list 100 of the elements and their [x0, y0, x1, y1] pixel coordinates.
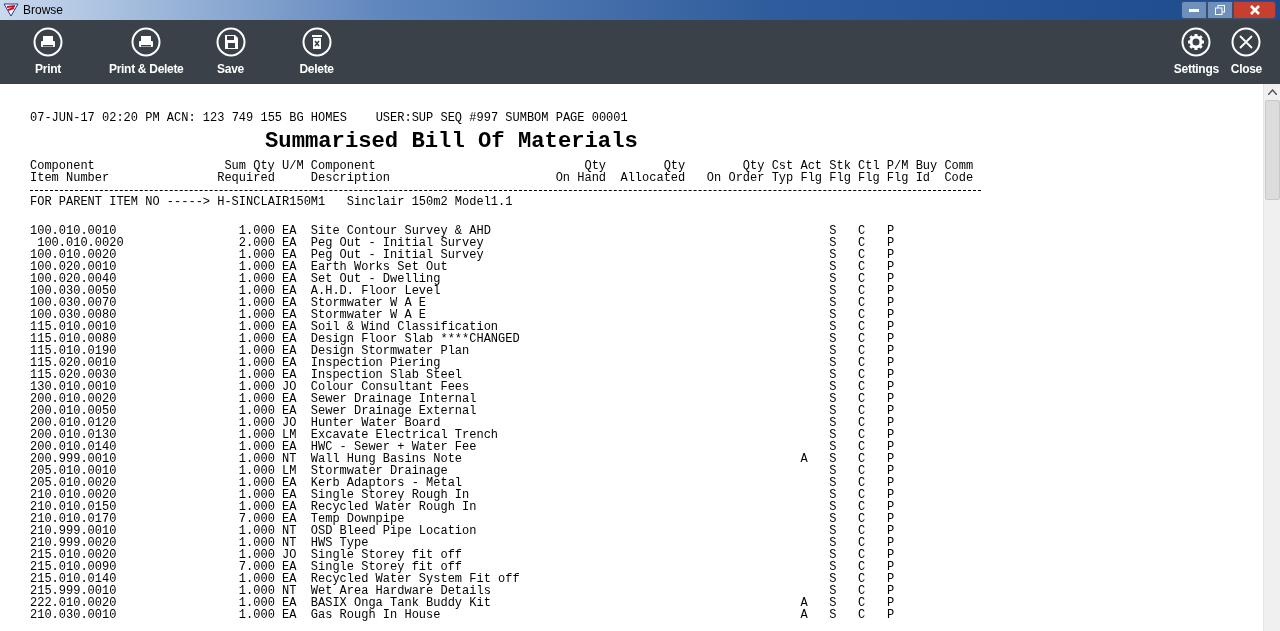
purchase-make-code: P — [886, 308, 895, 322]
item-number: 200.010.0020 — [30, 392, 117, 406]
minimize-icon — [1189, 8, 1199, 12]
print-button[interactable]: Print — [33, 26, 63, 78]
control-code: C — [858, 332, 866, 346]
unit-of-measure: NT — [282, 452, 297, 466]
column-header: U/M — [282, 160, 305, 175]
stock-code: S — [829, 524, 837, 538]
unit-of-measure: EA — [282, 392, 297, 406]
activity-code: A — [800, 596, 808, 610]
unit-of-measure: LM — [282, 464, 297, 478]
control-code: C — [858, 368, 866, 382]
stock-code: S — [829, 608, 837, 622]
control-code: C — [858, 284, 866, 298]
item-description: Single Storey fit off — [310, 548, 463, 562]
parent-item-number: H-SINCLAIR150M1 — [217, 196, 327, 208]
restore-button[interactable] — [1207, 1, 1233, 19]
purchase-make-code: P — [886, 320, 895, 334]
item-description: A.H.D. Floor Level — [310, 284, 441, 298]
item-number: 210.999.0020 — [30, 536, 117, 550]
item-description: Recycled Water System Fit off — [310, 572, 520, 586]
unit-of-measure: NT — [282, 536, 297, 550]
item-number: 200.010.0050 — [30, 404, 117, 418]
purchase-make-code: P — [886, 536, 895, 550]
column-header: Qty Allocated — [619, 160, 686, 184]
purchase-make-code: P — [886, 524, 895, 538]
item-number: 210.010.0150 — [30, 500, 117, 514]
item-number: 100.030.0070 — [30, 296, 117, 310]
purchase-make-code: P — [886, 476, 895, 490]
control-code: C — [858, 440, 866, 454]
minimize-button[interactable] — [1181, 1, 1207, 19]
quantity: 1.000 — [238, 584, 275, 598]
quantity: 1.000 — [238, 248, 275, 262]
activity-code: A — [800, 608, 808, 622]
item-number: 215.010.0090 — [30, 560, 117, 574]
unit-of-measure: EA — [282, 608, 297, 622]
quantity: 1.000 — [238, 320, 275, 334]
delete-button[interactable]: Delete — [299, 26, 334, 78]
quantity: 1.000 — [238, 548, 275, 562]
save-button[interactable]: Save — [215, 26, 246, 78]
unit-of-measure: EA — [282, 332, 297, 346]
unit-of-measure: EA — [282, 512, 297, 526]
stock-code: S — [829, 536, 837, 550]
item-number: 200.010.0140 — [30, 440, 117, 454]
purchase-make-code: P — [886, 356, 895, 370]
purchase-make-code: P — [886, 284, 895, 298]
unit-of-measure: EA — [282, 488, 297, 502]
item-description: Earth Works Set Out — [310, 260, 448, 274]
item-number: 100.010.0020 — [30, 248, 117, 262]
unit-of-measure: EA — [282, 404, 297, 418]
item-description: Peg Out - Initial Survey — [310, 236, 484, 250]
column-header: Ctl Flg — [858, 160, 881, 184]
item-description: BASIX Onga Tank Buddy Kit — [310, 596, 491, 610]
restore-icon — [1215, 5, 1225, 15]
item-number: 130.010.0010 — [30, 380, 117, 394]
quantity: 2.000 — [238, 236, 275, 250]
item-description: Stormwater W A E — [310, 308, 427, 322]
unit-of-measure: EA — [282, 476, 297, 490]
unit-of-measure: EA — [282, 308, 297, 322]
control-code: C — [858, 524, 866, 538]
scroll-thumb[interactable] — [1264, 100, 1280, 200]
control-code: C — [858, 296, 866, 310]
item-description: Inspection Slab Steel — [310, 368, 463, 382]
stock-code: S — [829, 572, 837, 586]
unit-of-measure: EA — [282, 344, 297, 358]
settings-button[interactable]: Settings — [1173, 26, 1219, 78]
column-header: Buy Id — [915, 160, 939, 184]
item-description: Sewer Drainage External — [310, 404, 477, 418]
control-code: C — [858, 260, 866, 274]
item-description: Colour Consultant Fees — [310, 380, 470, 394]
parent-item-label: FOR PARENT ITEM NO -----> — [30, 196, 212, 208]
control-code: C — [858, 476, 866, 490]
close-button[interactable]: Close — [1230, 26, 1262, 78]
print-and-delete-button[interactable]: Print & Delete — [109, 26, 184, 78]
purchase-make-code: P — [886, 452, 895, 466]
item-number: 210.030.0010 — [30, 608, 117, 622]
unit-of-measure: NT — [282, 524, 297, 538]
report-header-text: 07-JUN-17 02:20 PM ACN: 123 749 155 BG HOMES — [30, 112, 347, 124]
control-code: C — [858, 428, 866, 442]
scrollbar[interactable] — [1263, 84, 1280, 631]
close-window-button[interactable] — [1233, 1, 1276, 19]
purchase-make-code: P — [886, 560, 895, 574]
purchase-make-code: P — [886, 584, 895, 598]
stock-code: S — [829, 512, 837, 526]
close-icon — [1248, 5, 1261, 15]
purchase-make-code: P — [886, 248, 895, 262]
report-header-text: USER:SUP SEQ #997 SUMBOM PAGE 00001 — [375, 112, 628, 124]
column-header: Act Flg — [800, 160, 824, 184]
item-description: Soil & Wind Classification — [310, 320, 499, 334]
control-code: C — [858, 248, 866, 262]
stock-code: S — [829, 236, 837, 250]
item-description: Inspection Piering — [310, 356, 441, 370]
item-description: HWS Type — [310, 536, 369, 550]
quantity: 1.000 — [238, 452, 275, 466]
unit-of-measure: EA — [282, 560, 297, 574]
column-header: Stk Flg — [829, 160, 852, 184]
control-code: C — [858, 548, 866, 562]
column-header: Cst Typ — [771, 160, 795, 184]
close-icon — [1231, 26, 1262, 57]
stock-code: S — [829, 332, 837, 346]
